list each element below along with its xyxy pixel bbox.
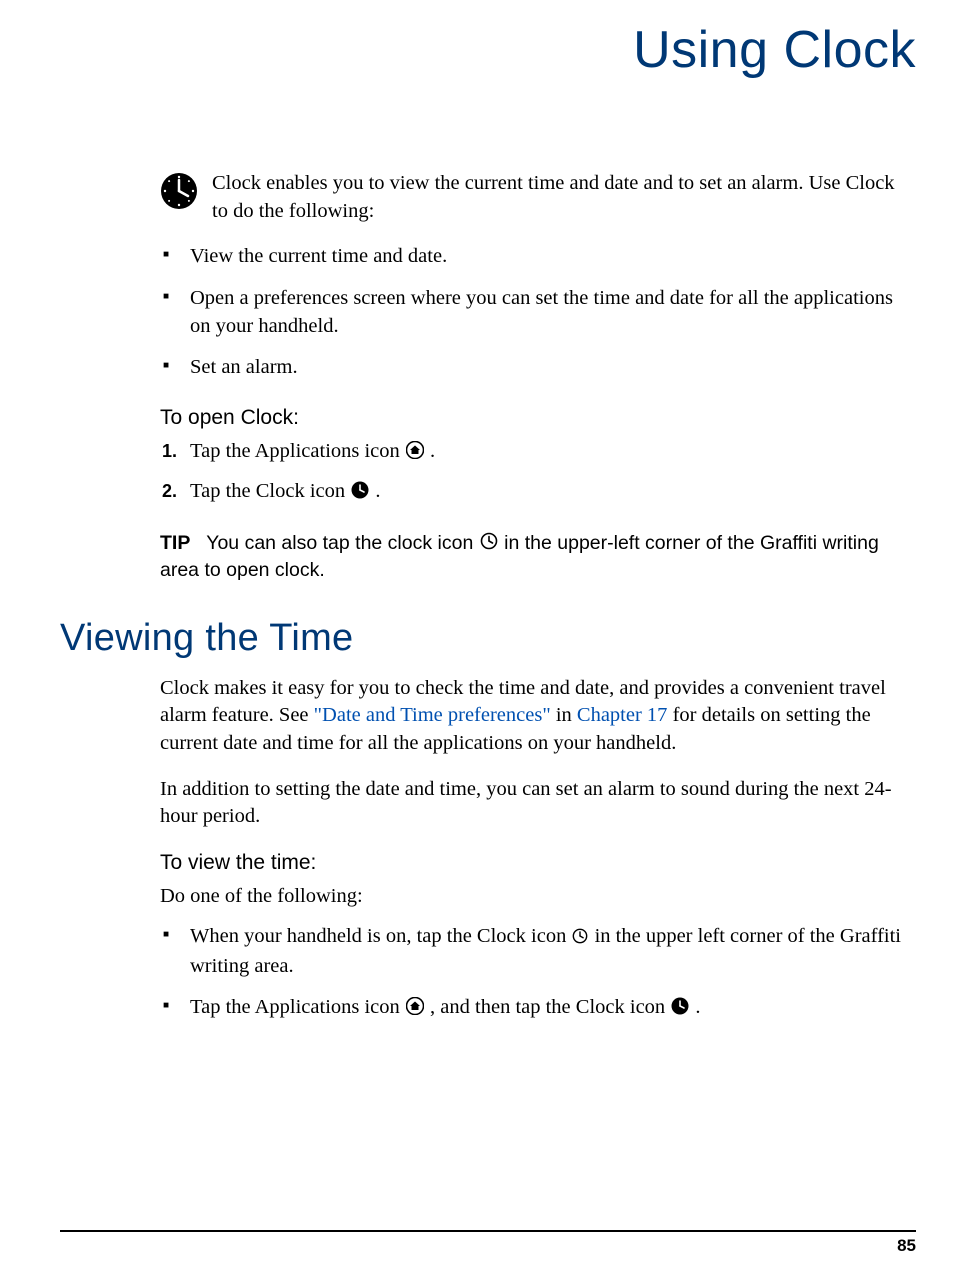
intro-bullet-list: View the current time and date. Open a p… <box>160 243 906 382</box>
text: . <box>695 996 700 1018</box>
sub-heading-view-time: To view the time: <box>160 849 906 877</box>
list-item: View the current time and date. <box>160 243 906 271</box>
view-time-bullet-list: When your handheld is on, tap the Clock … <box>160 923 906 1024</box>
list-item: Open a preferences screen where you can … <box>160 285 906 340</box>
text: When your handheld is on, tap the Clock … <box>190 925 571 947</box>
link-chapter-17[interactable]: Chapter 17 <box>577 704 668 726</box>
tip-block: TIP You can also tap the clock icon in t… <box>160 530 906 584</box>
step-text: Tap the Clock icon <box>190 480 350 502</box>
page-footer: 85 <box>60 1230 916 1256</box>
step-item: Tap the Applications icon . <box>160 438 906 468</box>
home-icon <box>406 996 424 1024</box>
text: in <box>551 704 577 726</box>
paragraph: In addition to setting the date and time… <box>160 776 906 831</box>
list-item: When your handheld is on, tap the Clock … <box>160 923 906 980</box>
home-icon <box>406 440 424 468</box>
text: Tap the Applications icon <box>190 996 405 1018</box>
step-item: Tap the Clock icon . <box>160 478 906 508</box>
text: , and then tap the Clock icon <box>430 996 670 1018</box>
clock-filled-icon <box>351 480 369 508</box>
step-text: Tap the Applications icon <box>190 440 405 462</box>
step-text: . <box>375 480 380 502</box>
link-date-time-prefs[interactable]: "Date and Time preferences" <box>314 704 551 726</box>
clock-app-icon <box>160 172 198 219</box>
page-number: 85 <box>897 1236 916 1255</box>
sub-heading-open-clock: To open Clock: <box>160 404 906 432</box>
chapter-title: Using Clock <box>60 20 916 80</box>
clock-outline-icon <box>572 925 588 953</box>
section-heading: Viewing the Time <box>60 613 906 664</box>
lead-text: Do one of the following: <box>160 883 906 911</box>
list-item: Set an alarm. <box>160 354 906 382</box>
intro-row: Clock enables you to view the current ti… <box>160 170 906 225</box>
paragraph: Clock makes it easy for you to check the… <box>160 675 906 758</box>
step-text: . <box>430 440 435 462</box>
content-block: Clock enables you to view the current ti… <box>160 170 906 1024</box>
list-item: Tap the Applications icon , and then tap… <box>160 994 906 1024</box>
intro-text: Clock enables you to view the current ti… <box>212 170 906 225</box>
tip-text: You can also tap the clock icon <box>206 532 478 554</box>
page: Using Clock Clock en <box>0 0 976 1280</box>
clock-outline-icon <box>480 531 498 557</box>
tip-label: TIP <box>160 532 190 554</box>
clock-filled-icon <box>671 996 689 1024</box>
steps-list: Tap the Applications icon . Tap the Cloc… <box>160 438 906 507</box>
